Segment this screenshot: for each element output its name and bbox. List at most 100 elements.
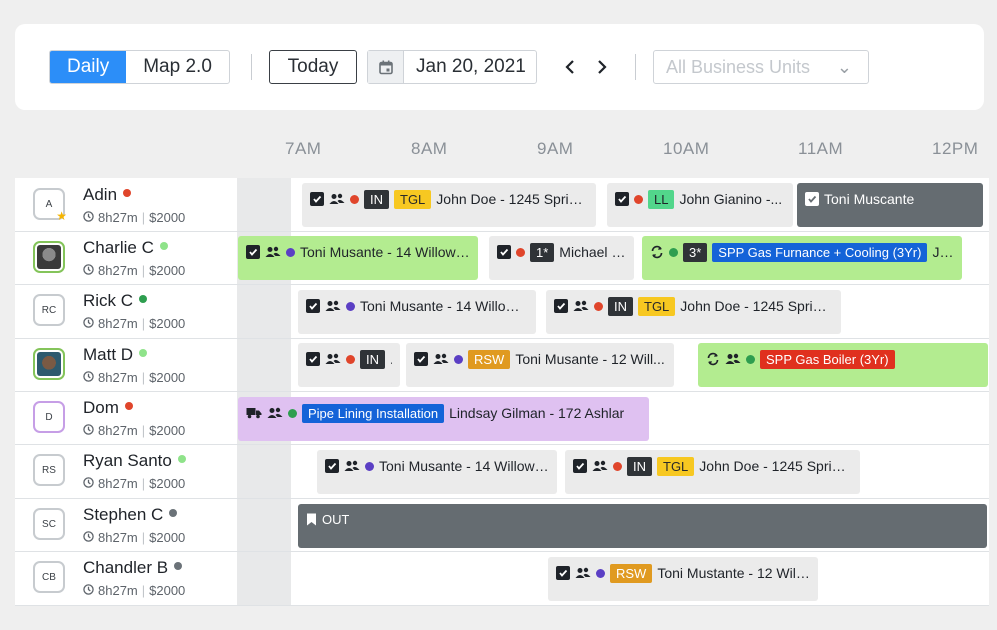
job-card[interactable]: Toni Muscante — [797, 183, 983, 227]
job-card[interactable]: IN TGL John Doe - 1245 Spring ... — [546, 290, 841, 334]
technician-row[interactable]: Matt D 8h27m | $2000 — [15, 338, 237, 391]
technician-row[interactable]: SC Stephen C 8h27m | $2000 — [15, 498, 237, 551]
job-title: John Doe - 1245 Sprin... — [436, 191, 588, 207]
tag: IN — [360, 350, 385, 369]
meta-separator: | — [141, 423, 146, 438]
tech-meta: 8h27m | $2000 — [83, 316, 185, 331]
tech-hours: 8h27m — [98, 370, 138, 385]
technician-row[interactable]: RC Rick C 8h27m | $2000 — [15, 284, 237, 337]
tech-hours: 8h27m — [98, 530, 138, 545]
job-title: Toni Musante - 14 Willow ... — [300, 244, 470, 260]
tech-meta: 8h27m | $2000 — [83, 263, 185, 278]
avatar-initials: RS — [42, 464, 56, 476]
clock-icon — [83, 530, 94, 545]
people-icon — [573, 299, 589, 315]
tech-hours: 8h27m — [98, 476, 138, 491]
clock-icon — [83, 316, 94, 331]
job-card[interactable]: LL John Gianino -... — [607, 183, 793, 227]
status-dot — [288, 409, 297, 418]
technician-row[interactable]: A ★ Adin 8h27m | $2000 — [15, 178, 237, 231]
technician-row[interactable]: Charlie C 8h27m | $2000 — [15, 231, 237, 284]
chevron-left-icon[interactable] — [559, 52, 581, 82]
tag: SPP Gas Furnance + Cooling (3Yr) — [712, 243, 928, 262]
avatar-initials: SC — [42, 518, 56, 530]
bookmark-icon — [306, 513, 317, 529]
tab-daily[interactable]: Daily — [50, 51, 127, 83]
people-icon — [265, 245, 281, 261]
technician-row[interactable]: D Dom 8h27m | $2000 — [15, 391, 237, 444]
job-title: John Doe - 1245 Spring ... — [680, 298, 833, 314]
meta-separator: | — [141, 263, 146, 278]
status-dot — [350, 195, 359, 204]
job-card[interactable]: IN ... — [298, 343, 400, 387]
technician-row[interactable]: CB Chandler B 8h27m | $2000 — [15, 551, 237, 604]
meta-separator: | — [141, 316, 146, 331]
job-card[interactable]: Toni Musante - 14 Willow ... — [317, 450, 557, 494]
checkbox-icon — [615, 192, 629, 206]
status-dot — [174, 562, 183, 570]
date-value: Jan 20, 2021 — [416, 56, 526, 77]
job-card[interactable]: RSW Toni Mustante - 12 Will... — [548, 557, 818, 601]
tag: RSW — [610, 564, 653, 583]
checkbox-icon — [306, 352, 320, 366]
tab-map[interactable]: Map 2.0 — [126, 51, 229, 83]
checkbox-icon — [554, 299, 568, 313]
tech-amount: $2000 — [149, 210, 186, 225]
technician-row[interactable]: RS Ryan Santo 8h27m | $2000 — [15, 444, 237, 497]
today-button[interactable]: Today — [269, 50, 357, 84]
status-dot — [365, 462, 374, 471]
job-card[interactable]: Toni Musante - 14 Willow ... — [298, 290, 536, 334]
clock-icon — [83, 583, 94, 598]
status-dot — [124, 402, 133, 410]
tech-hours: 8h27m — [98, 263, 138, 278]
job-title: Toni Muscante — [824, 191, 915, 207]
people-icon — [344, 459, 360, 475]
job-title: ... — [390, 349, 392, 369]
job-card[interactable]: IN TGL John Doe - 1245 Sprin... — [302, 183, 596, 227]
meta-separator: | — [141, 210, 146, 225]
tech-amount: $2000 — [149, 476, 186, 491]
avatar-photo — [37, 352, 61, 376]
date-picker[interactable]: Jan 20, 2021 — [367, 50, 537, 84]
job-card[interactable]: RSW Toni Musante - 12 Will... — [406, 343, 674, 387]
tech-amount: $2000 — [149, 316, 186, 331]
checkbox-icon — [556, 566, 570, 580]
job-card[interactable]: Pipe Lining Installation Lindsay Gilman … — [238, 397, 649, 441]
job-card[interactable]: 1* Michael H... — [489, 236, 634, 280]
tech-name-line: Dom — [83, 398, 133, 418]
tech-hours: 8h27m — [98, 210, 138, 225]
job-card[interactable]: Toni Musante - 14 Willow ... — [238, 236, 478, 280]
status-dot — [139, 349, 148, 357]
truck-icon — [246, 406, 262, 422]
job-card[interactable]: SPP Gas Boiler (3Yr) — [698, 343, 988, 387]
avatar: SC — [33, 508, 65, 540]
job-title: Michael H... — [559, 244, 626, 260]
tech-meta: 8h27m | $2000 — [83, 370, 185, 385]
avatar-photo — [37, 245, 61, 269]
job-card[interactable]: IN TGL John Doe - 1245 Spring ... — [565, 450, 860, 494]
recurring-icon — [706, 352, 720, 369]
meta-separator: | — [141, 530, 146, 545]
avatar: CB — [33, 561, 65, 593]
calendar-icon[interactable] — [368, 51, 404, 83]
hour-label: 8AM — [411, 139, 448, 158]
status-dot — [454, 355, 463, 364]
checkbox-icon — [573, 459, 587, 473]
status-dot — [634, 195, 643, 204]
row-divider — [15, 605, 989, 606]
clock-icon — [83, 476, 94, 491]
tag: Pipe Lining Installation — [302, 404, 445, 423]
view-switcher: Daily Map 2.0 — [49, 50, 230, 84]
business-units-select[interactable]: All Business Units ⌄ — [653, 50, 869, 84]
meta-separator: | — [141, 583, 146, 598]
tag: IN — [627, 457, 652, 476]
technician-name: Rick C — [83, 291, 134, 310]
job-title: Lindsay Gilman - 172 Ashlar — [449, 405, 625, 421]
status-dot — [286, 248, 295, 257]
job-card[interactable]: 3* SPP Gas Furnance + Cooling (3Yr) Joh.… — [642, 236, 962, 280]
tech-amount: $2000 — [149, 583, 186, 598]
status-dot — [516, 248, 525, 257]
chevron-right-icon[interactable] — [591, 52, 613, 82]
people-icon — [725, 352, 741, 368]
job-card-out[interactable]: OUT — [298, 504, 987, 548]
